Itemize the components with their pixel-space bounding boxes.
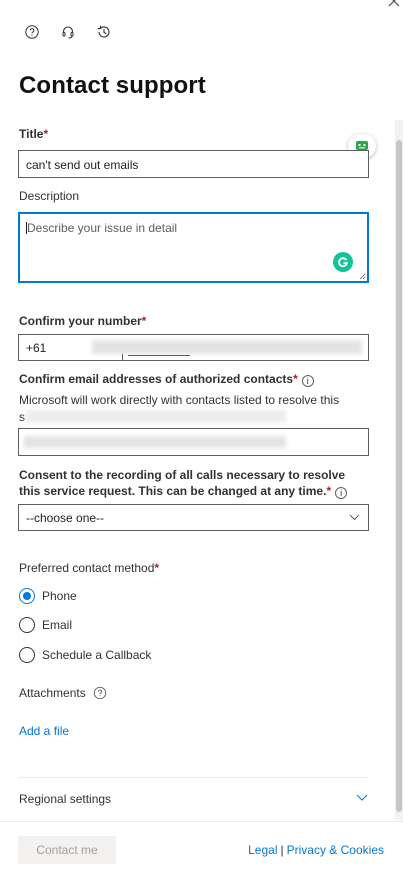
footer-divider: [0, 821, 403, 822]
consent-select-value: --choose one--: [26, 511, 105, 525]
link-separator: |: [280, 843, 284, 857]
description-placeholder: Describe your issue in detail: [27, 221, 178, 235]
scrollbar-thumb[interactable]: [396, 140, 402, 812]
description-label: Description: [19, 189, 80, 203]
close-icon[interactable]: [387, 0, 401, 8]
consent-select[interactable]: --choose one--: [18, 504, 369, 531]
redacted-emails: [24, 436, 286, 448]
method-label: Preferred contact method*: [19, 561, 160, 575]
emails-hint: Microsoft will work directly with contac…: [19, 393, 340, 407]
contact-me-button[interactable]: Contact me: [18, 836, 116, 864]
regional-settings-label: Regional settings: [19, 792, 112, 806]
regional-settings-header[interactable]: Regional settings: [19, 792, 370, 806]
phone-country-code: +61: [26, 341, 47, 355]
grammarly-icon[interactable]: [333, 252, 353, 272]
resize-handle-icon[interactable]: [359, 273, 366, 280]
description-textarea[interactable]: Describe your issue in detail: [18, 212, 369, 283]
radio-email[interactable]: Email: [19, 617, 72, 633]
field-underline: [128, 355, 190, 356]
add-file-link[interactable]: Add a file: [19, 724, 69, 738]
privacy-link[interactable]: Privacy & Cookies: [287, 843, 384, 857]
footer-links: Legal | Privacy & Cookies: [248, 843, 384, 857]
history-icon[interactable]: [96, 24, 112, 40]
redacted-hint: [26, 410, 286, 423]
phone-label: Confirm your number*: [19, 314, 147, 328]
radio-label: Schedule a Callback: [42, 648, 152, 662]
radio-callback[interactable]: Schedule a Callback: [19, 647, 151, 663]
help-icon[interactable]: [24, 24, 40, 40]
radio-button[interactable]: [19, 647, 35, 663]
title-input[interactable]: can't send out emails: [18, 150, 369, 178]
emails-label: Confirm email addresses of authorized co…: [19, 372, 314, 387]
radio-label: Phone: [42, 589, 77, 603]
title-input-value: can't send out emails: [26, 158, 139, 172]
page-title: Contact support: [19, 72, 206, 99]
chevron-down-icon: [356, 794, 368, 801]
redacted-phone: [92, 340, 362, 354]
legal-link[interactable]: Legal: [248, 843, 277, 857]
radio-label: Email: [42, 618, 73, 632]
title-label: Title*: [19, 127, 49, 141]
divider: [18, 777, 369, 778]
radio-button[interactable]: [19, 617, 35, 633]
headset-icon[interactable]: [60, 24, 76, 40]
emails-hint-tail: s: [19, 410, 25, 424]
attachments-label: Attachments: [19, 686, 107, 700]
consent-label: Consent to the recording of all calls ne…: [19, 467, 369, 499]
radio-button-selected[interactable]: [19, 588, 35, 604]
info-icon[interactable]: i: [335, 487, 348, 499]
radio-phone[interactable]: Phone: [19, 588, 77, 604]
help-icon[interactable]: [93, 686, 107, 700]
top-icon-bar: [24, 24, 112, 40]
field-divider: [122, 354, 123, 360]
info-icon[interactable]: i: [301, 375, 314, 387]
chevron-down-icon: [349, 514, 360, 521]
